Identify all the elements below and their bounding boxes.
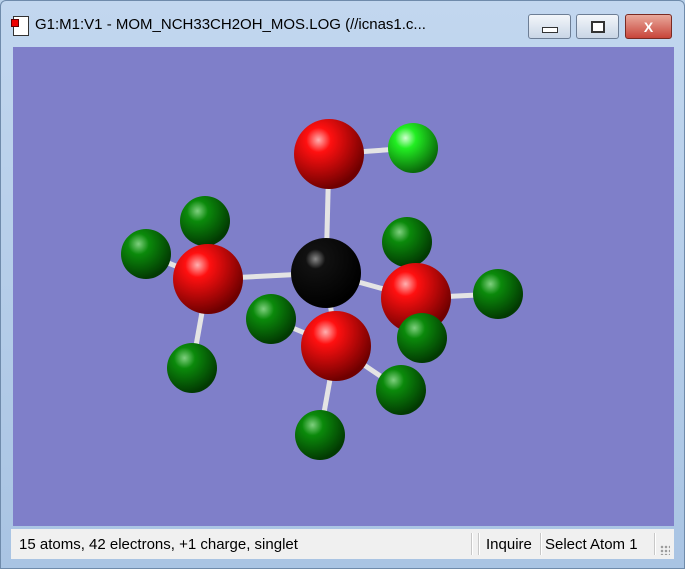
hydrogen-atom[interactable] xyxy=(376,365,426,415)
hydroxyl-hydrogen-atom[interactable] xyxy=(388,123,438,173)
divider xyxy=(471,533,473,555)
mouse-mode: Inquire xyxy=(486,536,532,553)
oxygen-atom[interactable] xyxy=(173,244,243,314)
oxygen-atom[interactable] xyxy=(301,311,371,381)
app-window: G1:M1:V1 - MOM_NCH33CH2OH_MOS.LOG (//icn… xyxy=(0,0,685,569)
divider xyxy=(540,533,542,555)
minimize-icon xyxy=(541,26,558,33)
hydrogen-atom[interactable] xyxy=(167,343,217,393)
molecule-info: 15 atoms, 42 electrons, +1 charge, singl… xyxy=(19,536,298,553)
oxygen-atom[interactable] xyxy=(294,119,364,189)
molecule-viewport[interactable] xyxy=(13,47,674,526)
app-icon xyxy=(11,16,29,36)
molecule-view[interactable] xyxy=(13,47,674,526)
hydrogen-atom[interactable] xyxy=(246,294,296,344)
atoms[interactable] xyxy=(121,119,523,460)
carbon-atom[interactable] xyxy=(291,238,361,308)
status-bar: 15 atoms, 42 electrons, +1 charge, singl… xyxy=(11,529,674,559)
window-title: G1:M1:V1 - MOM_NCH33CH2OH_MOS.LOG (//icn… xyxy=(35,16,426,33)
close-icon: X xyxy=(643,18,654,35)
minimize-button[interactable] xyxy=(528,14,571,39)
close-button[interactable]: X xyxy=(625,14,672,39)
divider xyxy=(478,533,480,555)
maximize-icon xyxy=(590,20,605,33)
divider xyxy=(654,533,656,555)
hydrogen-atom[interactable] xyxy=(473,269,523,319)
hydrogen-atom[interactable] xyxy=(382,217,432,267)
hydrogen-atom[interactable] xyxy=(295,410,345,460)
hydrogen-atom[interactable] xyxy=(397,313,447,363)
title-bar[interactable]: G1:M1:V1 - MOM_NCH33CH2OH_MOS.LOG (//icn… xyxy=(1,1,684,45)
hydrogen-atom[interactable] xyxy=(180,196,230,246)
maximize-button[interactable] xyxy=(576,14,619,39)
selection-status: Select Atom 1 xyxy=(545,536,638,553)
hydrogen-atom[interactable] xyxy=(121,229,171,279)
resize-grip-icon[interactable] xyxy=(660,545,670,555)
